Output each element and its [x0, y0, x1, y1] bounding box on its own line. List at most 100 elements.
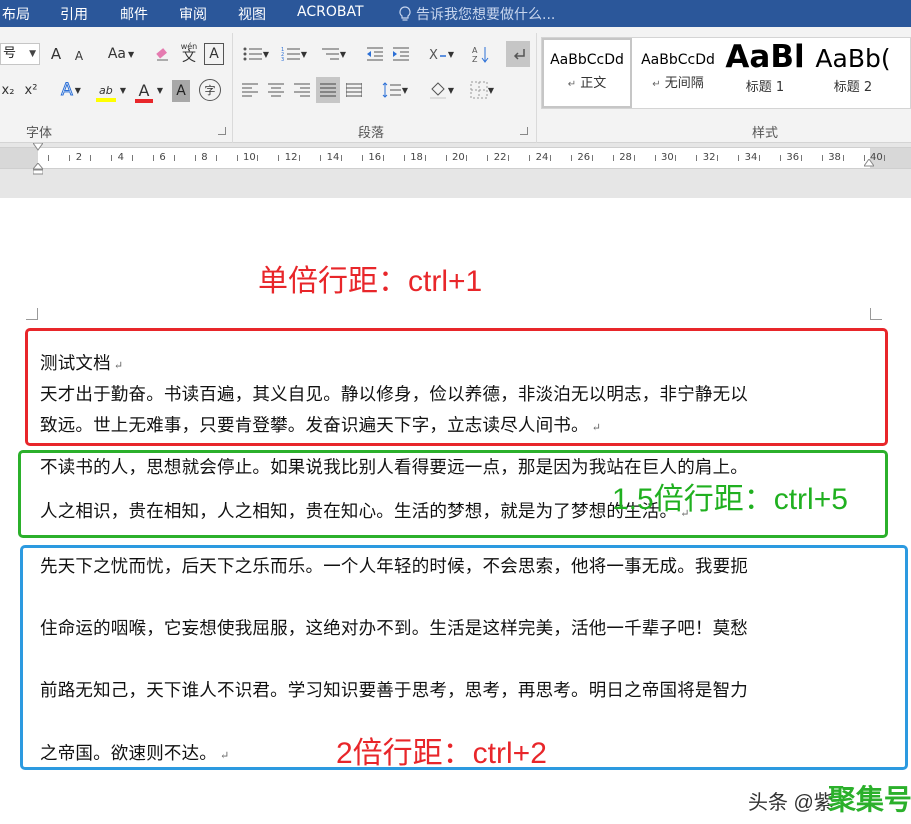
ruler-tick [779, 155, 781, 161]
font-color-label: A [138, 80, 150, 100]
tab-view[interactable]: 视图 [238, 4, 266, 24]
sort-button[interactable]: AZ [470, 43, 492, 65]
style-no-spacing[interactable]: AaBbCcDd ↵ 无间隔 [634, 38, 722, 108]
tab-layout[interactable]: 布局 [2, 4, 30, 24]
sort-icon: AZ [472, 46, 489, 63]
ruler-tick [466, 155, 468, 161]
shading-button[interactable]: ▼ [424, 79, 458, 101]
ruler-tick [132, 155, 134, 161]
svg-text:A: A [472, 46, 478, 55]
ruler-tick [341, 155, 343, 161]
group-divider [232, 33, 233, 145]
ruler-tick [48, 155, 50, 161]
ruler-tick [445, 155, 447, 161]
increase-indent-button[interactable] [390, 43, 412, 65]
watermark-brand: 聚集号 [827, 784, 911, 815]
one-half-spacing-annotation: 1.5倍行距：ctrl+5 [612, 483, 848, 516]
subscript-button[interactable]: x₂ [0, 79, 16, 101]
style-name: ↵ 无间隔 [652, 76, 704, 91]
tab-references[interactable]: 引用 [60, 4, 88, 24]
grow-font-button[interactable]: A [46, 43, 66, 65]
ruler-tick [194, 155, 196, 161]
ruler-area: 2 4 6 8 10 12 14 16 18 20 22 24 26 28 30 32 34 36 38 40 [0, 143, 911, 198]
eraser-icon [156, 48, 168, 61]
tell-me-text: 告诉我您想要做什么... [416, 7, 556, 23]
phonetic-guide-button[interactable]: wén 文 [178, 41, 200, 64]
ruler-number: 28 [619, 152, 632, 163]
decrease-indent-button[interactable] [364, 43, 386, 65]
ruler-number: 26 [577, 152, 591, 163]
body-line: 住命运的咽喉，它妄想使我屈服，这绝对办不到。生活是这样完美，活他一千辈子吧！莫愁 [40, 619, 748, 639]
body-line: 之帝国。欲速则不达。 ↵ [40, 744, 230, 764]
shrink-font-button[interactable]: A [70, 45, 88, 67]
ruler-number: 10 [243, 152, 256, 163]
style-heading-2[interactable]: AaBb( 标题 2 [812, 38, 894, 108]
ruler-tick [550, 155, 552, 161]
ruler-tick [821, 155, 823, 161]
tab-review[interactable]: 审阅 [179, 4, 207, 24]
justify-button[interactable] [316, 77, 340, 103]
chevron-down-icon: ▼ [487, 85, 495, 95]
chevron-down-icon: ▼ [300, 49, 308, 59]
ruler-tick [717, 155, 719, 161]
ruler-number: 38 [828, 152, 841, 163]
show-hide-marks-button[interactable] [506, 41, 530, 67]
paragraph-mark: ↵ [591, 421, 602, 434]
chevron-down-icon: ▼ [29, 49, 36, 59]
superscript-button[interactable]: x² [22, 79, 40, 101]
tell-me-search[interactable]: 告诉我您想要做什么... [398, 4, 555, 24]
first-line-indent-marker-icon[interactable] [33, 143, 43, 151]
text-effects-button[interactable]: A ▼ [56, 79, 86, 101]
ruler-tick [90, 155, 92, 161]
line-spacing-button[interactable]: ▼ [378, 79, 412, 101]
single-spacing-annotation: 单倍行距：ctrl+1 [258, 265, 483, 298]
watermark-text: 头条 @紫 [748, 792, 834, 814]
tab-mailings[interactable]: 邮件 [120, 4, 148, 24]
ruler-number: 14 [326, 152, 340, 163]
ruler-number: 22 [493, 152, 507, 163]
chevron-down-icon: ▼ [119, 85, 127, 95]
ruler-number: 20 [452, 152, 465, 163]
font-color-button[interactable]: A ▼ [132, 79, 166, 103]
ruler-number: 8 [201, 152, 208, 163]
character-border-button[interactable]: A [204, 43, 224, 65]
style-name: 标题 2 [833, 80, 873, 95]
font-dialog-launcher-icon[interactable] [218, 127, 226, 135]
hanging-indent-marker-icon[interactable] [33, 163, 43, 175]
body-line: 前路无知己，天下谁人不识君。学习知识要善于思考，思考，再思考。明日之帝国将是智力 [40, 681, 748, 701]
font-size-combo[interactable]: 号 ▼ [0, 43, 40, 65]
style-heading-1[interactable]: AaBl 标题 1 [724, 38, 806, 108]
horizontal-ruler[interactable]: 2 4 6 8 10 12 14 16 18 20 22 24 26 28 30 32 34 36 38 40 [0, 147, 911, 169]
highlight-color-button[interactable]: ab ▼ [94, 79, 128, 102]
ruler-tick [152, 155, 154, 161]
numbered-list-icon: 123 [281, 47, 300, 62]
distributed-button[interactable] [344, 79, 364, 101]
ruler-number: 30 [661, 152, 674, 163]
tab-acrobat[interactable]: ACROBAT [297, 4, 364, 20]
change-case-button[interactable]: Aa ▼ [104, 43, 138, 65]
right-indent-marker-icon[interactable] [864, 159, 874, 167]
align-left-button[interactable] [240, 79, 260, 101]
group-label-styles: 样式 [752, 126, 779, 141]
numbering-button[interactable]: 1 2 3 ▼ [278, 43, 310, 65]
style-normal[interactable]: AaBbCcDd ↵ 正文 [542, 38, 632, 108]
svg-text:Z: Z [472, 55, 478, 63]
ruler-number: 32 [702, 152, 716, 163]
enclose-characters-button[interactable]: 字 [199, 79, 221, 101]
align-center-button[interactable] [266, 79, 286, 101]
clear-formatting-button[interactable] [152, 43, 174, 65]
paragraph-dialog-launcher-icon[interactable] [520, 127, 528, 135]
bullets-button[interactable]: ▼ [240, 43, 272, 65]
ruler-number: 2 [75, 152, 83, 163]
ruler-tick [173, 155, 175, 161]
ruler-tick [842, 155, 844, 161]
multilevel-list-button[interactable]: ▼ [316, 43, 350, 65]
pilcrow-icon [513, 49, 525, 60]
ruler-number: 34 [744, 152, 758, 163]
borders-button[interactable]: ▼ [464, 79, 500, 101]
align-right-button[interactable] [292, 79, 312, 101]
character-shading-button[interactable]: A [172, 80, 190, 102]
font-size-value: 号 [3, 46, 17, 61]
ruler-tick [257, 155, 259, 161]
text-direction-button[interactable]: X ▼ [424, 43, 458, 65]
